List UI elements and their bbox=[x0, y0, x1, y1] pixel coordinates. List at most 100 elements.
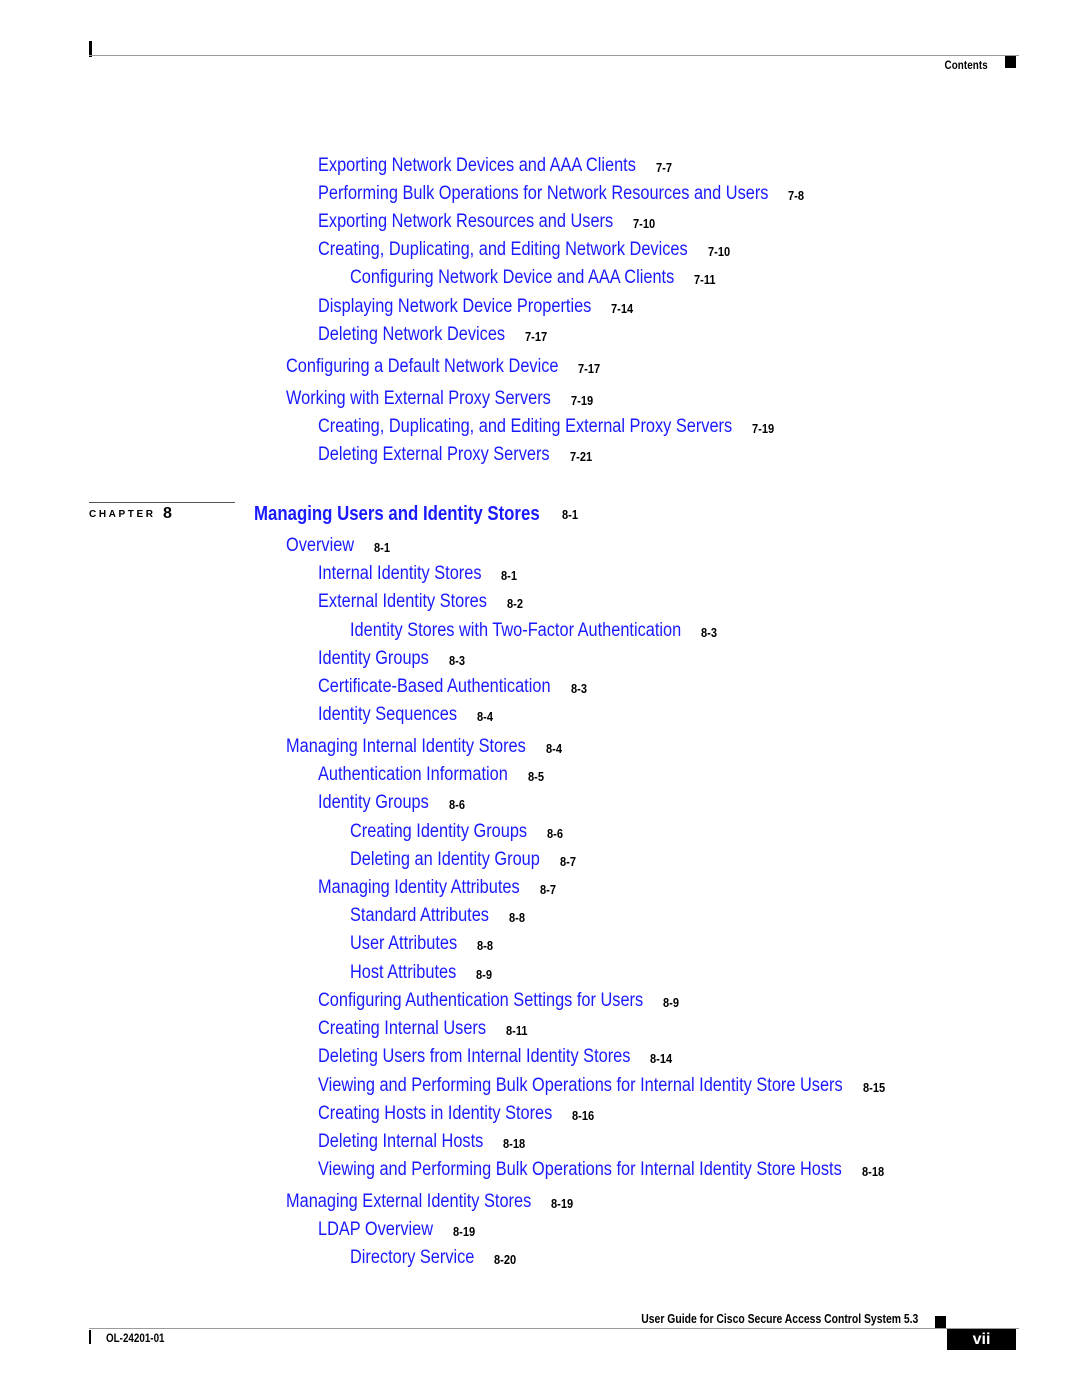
toc-entry[interactable]: Overview 8-1 bbox=[286, 535, 390, 557]
toc-entry[interactable]: Managing Identity Attributes 8-7 bbox=[318, 877, 556, 899]
toc-entry-page: 8-20 bbox=[494, 1252, 517, 1267]
chapter-label: CHAPTER bbox=[89, 509, 156, 520]
toc-entry-title: Deleting Internal Hosts bbox=[318, 1131, 484, 1152]
toc-entry-page: 8-2 bbox=[507, 596, 523, 611]
toc-entry-page: 8-9 bbox=[476, 967, 492, 982]
toc-entry-page: 8-3 bbox=[701, 625, 717, 640]
toc-entry-page: 8-5 bbox=[528, 769, 544, 784]
toc-entry-page: 8-1 bbox=[501, 568, 517, 583]
toc-entry-title: Deleting an Identity Group bbox=[350, 849, 540, 870]
toc-entry[interactable]: Host Attributes 8-9 bbox=[350, 962, 492, 984]
toc-entry[interactable]: Managing Internal Identity Stores 8-4 bbox=[286, 736, 565, 758]
toc-entry-title: Performing Bulk Operations for Network R… bbox=[318, 183, 769, 204]
chapter-title: Managing Users and Identity Stores bbox=[254, 503, 540, 525]
toc-entry-title: Creating Internal Users bbox=[318, 1018, 487, 1039]
toc-entry[interactable]: Managing External Identity Stores 8-19 bbox=[286, 1191, 574, 1213]
toc-entry[interactable]: Creating Hosts in Identity Stores 8-16 bbox=[318, 1103, 594, 1125]
toc-entry-page: 8-18 bbox=[503, 1136, 526, 1151]
toc-entry-page: 8-11 bbox=[506, 1023, 528, 1038]
footer-doc-number: OL-24201-01 bbox=[106, 1331, 165, 1345]
toc-entry-title: LDAP Overview bbox=[318, 1219, 434, 1240]
toc-entry-page: 8-4 bbox=[477, 709, 493, 724]
chapter-title-link[interactable]: Managing Users and Identity Stores 8-1 bbox=[254, 503, 594, 526]
toc-entry[interactable]: Viewing and Performing Bulk Operations f… bbox=[318, 1159, 927, 1181]
footer-rule bbox=[89, 1328, 1019, 1329]
toc-entry-title: Deleting External Proxy Servers bbox=[318, 444, 550, 465]
toc-entry[interactable]: Deleting External Proxy Servers 7-21 bbox=[318, 444, 592, 466]
toc-entry[interactable]: External Identity Stores 8-2 bbox=[318, 591, 523, 613]
toc-entry-title: Configuring Authentication Settings for … bbox=[318, 990, 644, 1011]
toc-entry[interactable]: Directory Service 8-20 bbox=[350, 1247, 516, 1269]
toc-entry[interactable]: Performing Bulk Operations for Network R… bbox=[318, 183, 842, 205]
toc-entry-page: 7-17 bbox=[578, 361, 601, 376]
toc-entry-title: Creating, Duplicating, and Editing Netwo… bbox=[318, 239, 688, 260]
toc-entry-title: Exporting Network Devices and AAA Client… bbox=[318, 155, 636, 176]
toc-entry[interactable]: User Attributes 8-8 bbox=[350, 933, 493, 955]
toc-entry-page: 8-6 bbox=[547, 826, 563, 841]
toc-entry[interactable]: Deleting Users from Internal Identity St… bbox=[318, 1046, 681, 1068]
toc-entry-page: 7-8 bbox=[788, 188, 804, 203]
toc-entry-title: Host Attributes bbox=[350, 962, 457, 983]
toc-entry[interactable]: Identity Groups 8-3 bbox=[318, 648, 465, 670]
toc-entry[interactable]: Configuring a Default Network Device 7-17 bbox=[286, 356, 603, 378]
toc-entry-title: Standard Attributes bbox=[350, 905, 489, 926]
toc-entry-title: Exporting Network Resources and Users bbox=[318, 211, 614, 232]
toc-entry[interactable]: Identity Groups 8-6 bbox=[318, 792, 465, 814]
header-rule bbox=[89, 55, 1019, 56]
toc-entry[interactable]: Configuring Authentication Settings for … bbox=[318, 990, 696, 1012]
toc-entry[interactable]: Identity Sequences 8-4 bbox=[318, 704, 493, 726]
toc-entry-page: 8-6 bbox=[449, 797, 465, 812]
toc-entry-title: Identity Groups bbox=[318, 792, 429, 813]
toc-entry[interactable]: LDAP Overview 8-19 bbox=[318, 1219, 475, 1241]
toc-entry-page: 8-18 bbox=[862, 1164, 885, 1179]
toc-entry-page: 8-7 bbox=[560, 854, 576, 869]
toc-entry[interactable]: Deleting Internal Hosts 8-18 bbox=[318, 1131, 525, 1153]
footer-guide-title: User Guide for Cisco Secure Access Contr… bbox=[640, 1311, 918, 1326]
toc-entry-page: 8-3 bbox=[449, 653, 465, 668]
toc-entry[interactable]: Creating Identity Groups 8-6 bbox=[350, 821, 563, 843]
toc-entry[interactable]: Certificate-Based Authentication 8-3 bbox=[318, 676, 588, 698]
chapter-number: 8 bbox=[163, 505, 172, 522]
toc-entry[interactable]: Exporting Network Resources and Users 7-1… bbox=[318, 211, 661, 233]
toc-entry-title: Identity Stores with Two-Factor Authenti… bbox=[350, 620, 682, 641]
toc-entry[interactable]: Authentication Information 8-5 bbox=[318, 764, 544, 786]
toc-entry-title: Viewing and Performing Bulk Operations f… bbox=[318, 1075, 843, 1096]
toc-entry-page: 7-10 bbox=[633, 216, 656, 231]
toc-entry-page: 8-8 bbox=[509, 910, 525, 925]
toc-entry-title: Managing Internal Identity Stores bbox=[286, 736, 526, 757]
toc-entry-title: User Attributes bbox=[350, 933, 458, 954]
toc-entry-title: External Identity Stores bbox=[318, 591, 487, 612]
toc-entry[interactable]: Working with External Proxy Servers 7-19 bbox=[286, 388, 594, 410]
toc-entry[interactable]: Identity Stores with Two-Factor Authenti… bbox=[350, 620, 735, 642]
toc-entry-title: Overview bbox=[286, 535, 355, 556]
toc-entry[interactable]: Creating Internal Users 8-11 bbox=[318, 1018, 528, 1040]
toc-entry[interactable]: Deleting an Identity Group 8-7 bbox=[350, 849, 576, 871]
toc-entry-page: 8-15 bbox=[863, 1080, 886, 1095]
toc-entry-title: Creating, Duplicating, and Editing Exter… bbox=[318, 416, 733, 437]
toc-entry-title: Managing Identity Attributes bbox=[318, 877, 520, 898]
toc-entry-page: 7-11 bbox=[694, 272, 716, 287]
toc-entry[interactable]: Exporting Network Devices and AAA Client… bbox=[318, 155, 688, 177]
toc-entry-title: Managing External Identity Stores bbox=[286, 1191, 532, 1212]
toc-entry[interactable]: Standard Attributes 8-8 bbox=[350, 905, 525, 927]
toc-entry[interactable]: Viewing and Performing Bulk Operations f… bbox=[318, 1075, 928, 1097]
toc-entry-title: Displaying Network Device Properties bbox=[318, 296, 592, 317]
toc-entry[interactable]: Displaying Network Device Properties 7-14 bbox=[318, 296, 636, 318]
toc-entry[interactable]: Internal Identity Stores 8-1 bbox=[318, 563, 517, 585]
chapter-page-number: 8-1 bbox=[562, 507, 578, 522]
footer-margin-tick bbox=[89, 1330, 91, 1344]
toc-entry[interactable]: Creating, Duplicating, and Editing Exter… bbox=[318, 416, 800, 438]
toc-entry-title: Certificate-Based Authentication bbox=[318, 676, 551, 697]
toc-entry[interactable]: Configuring Network Device and AAA Clien… bbox=[350, 267, 727, 289]
toc-entry-page: 8-16 bbox=[572, 1108, 595, 1123]
toc-entry-title: Deleting Users from Internal Identity St… bbox=[318, 1046, 631, 1067]
chapter-rule bbox=[89, 502, 235, 503]
toc-entry-title: Creating Hosts in Identity Stores bbox=[318, 1103, 553, 1124]
toc-entry[interactable]: Deleting Network Devices 7-17 bbox=[318, 324, 547, 346]
toc-entry-page: 8-19 bbox=[551, 1196, 574, 1211]
footer-marker-block bbox=[935, 1316, 946, 1328]
toc-entry-title: Identity Sequences bbox=[318, 704, 457, 725]
toc-entry-title: Creating Identity Groups bbox=[350, 821, 528, 842]
toc-entry-page: 8-19 bbox=[453, 1224, 476, 1239]
toc-entry[interactable]: Creating, Duplicating, and Editing Netwo… bbox=[318, 239, 748, 261]
